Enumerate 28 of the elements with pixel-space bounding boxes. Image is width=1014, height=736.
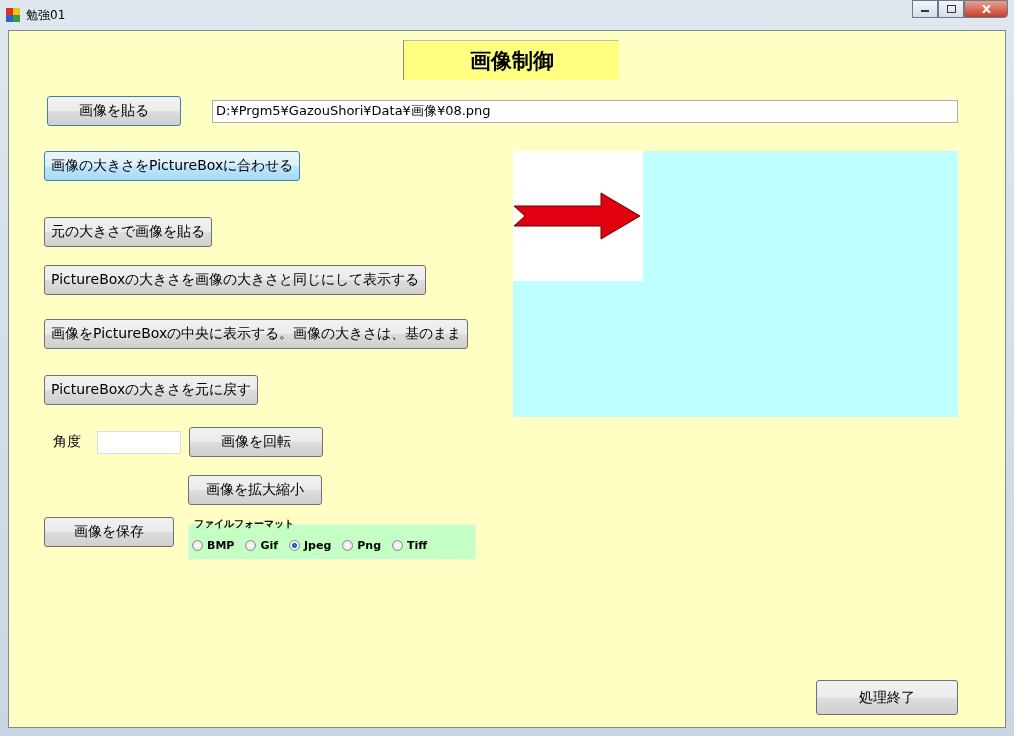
rotate-button[interactable]: 画像を回転 bbox=[189, 427, 323, 457]
finish-button[interactable]: 処理終了 bbox=[816, 680, 958, 715]
radio-option[interactable]: Gif bbox=[245, 538, 278, 552]
maximize-icon bbox=[946, 5, 956, 13]
path-field[interactable]: D:¥Prgm5¥GazouShori¥Data¥画像¥08.png bbox=[212, 99, 958, 123]
maximize-button[interactable] bbox=[938, 0, 964, 18]
action-button[interactable]: 元の大きさで画像を貼る bbox=[44, 217, 212, 247]
radio-option[interactable]: BMP bbox=[192, 538, 235, 552]
action-button[interactable]: 画像の大きさをPictureBoxに合わせる bbox=[44, 151, 301, 181]
scale-button[interactable]: 画像を拡大縮小 bbox=[188, 475, 322, 505]
group-title: ファイルフォーマット bbox=[193, 517, 295, 531]
app-icon bbox=[6, 8, 20, 22]
close-icon bbox=[981, 5, 991, 13]
angle-field[interactable] bbox=[97, 430, 181, 454]
arrow-icon bbox=[513, 192, 641, 240]
paste-image-button[interactable]: 画像を貼る bbox=[47, 96, 181, 126]
radio-option[interactable]: Tiff bbox=[392, 538, 428, 552]
heading-label: 画像制御 bbox=[403, 40, 619, 80]
minimize-button[interactable] bbox=[912, 0, 938, 18]
radio-option[interactable]: Png bbox=[342, 538, 382, 552]
save-button[interactable]: 画像を保存 bbox=[44, 517, 174, 547]
angle-label: 角度 bbox=[53, 433, 82, 451]
action-button[interactable]: PictureBoxの大きさを元に戻す bbox=[44, 375, 259, 405]
window-title: 勉強01 bbox=[26, 6, 66, 24]
radio-option[interactable]: Jpeg bbox=[289, 538, 332, 552]
action-button[interactable]: PictureBoxの大きさを画像の大きさと同じにして表示する bbox=[44, 265, 427, 295]
action-button[interactable]: 画像をPictureBoxの中央に表示する。画像の大きさは、基のまま bbox=[44, 319, 469, 349]
close-button[interactable] bbox=[964, 0, 1008, 18]
